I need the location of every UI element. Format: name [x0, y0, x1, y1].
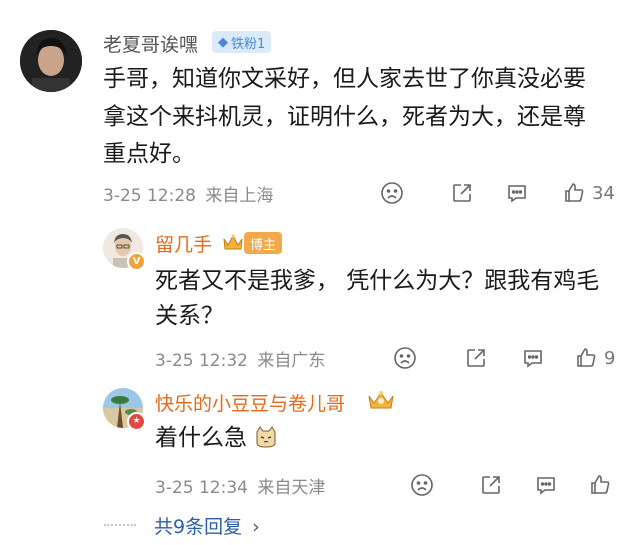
dislike-button[interactable] — [380, 179, 404, 207]
share-icon — [453, 184, 471, 202]
reply-meta: 3-25 12:34 来自天津 — [155, 473, 325, 498]
reply-text-line: 死者又不是我爹， 凭什么为大？跟我有鸡毛 — [155, 268, 600, 294]
share-button[interactable] — [479, 471, 503, 499]
dislike-button[interactable] — [393, 344, 417, 372]
comment-actions: 34 — [380, 179, 630, 207]
verified-badge: V — [127, 252, 146, 271]
fan-badge-label: 铁粉1 — [231, 36, 266, 52]
location: 来自上海 — [205, 186, 274, 206]
reply-actions: 9 — [393, 344, 633, 372]
thumbs-up-icon — [565, 183, 584, 202]
comment-icon — [537, 477, 555, 495]
comment-icon — [508, 185, 526, 203]
thumbs-up-icon — [577, 348, 596, 367]
like-count: 34 — [592, 182, 615, 204]
share-button[interactable] — [464, 344, 488, 372]
share-icon — [482, 476, 500, 494]
cat-emoji-icon — [254, 423, 278, 448]
comment-text-line: 重点好。 — [103, 141, 195, 167]
fan-badge[interactable]: ◆ 铁粉1 — [212, 31, 272, 53]
crown-icon — [222, 231, 244, 253]
comment-meta: 3-25 12:28 来自上海 — [103, 181, 273, 206]
comment-button[interactable] — [505, 179, 529, 207]
like-button[interactable]: 9 — [574, 344, 615, 372]
member-badge: ★ — [127, 412, 146, 431]
username[interactable]: 留几手 — [155, 230, 212, 257]
comment-text-line: 手哥，知道你文采好，但人家去世了你真没必要 — [103, 66, 586, 92]
username[interactable]: 老夏哥诶嘿 — [103, 30, 198, 57]
comment-text-line: 拿这个来抖机灵，证明什么，死者为大，还是尊 — [103, 104, 586, 130]
location: 来自天津 — [257, 478, 326, 498]
reply-text-line: 着什么急 — [155, 419, 278, 457]
comment-button[interactable] — [534, 471, 558, 499]
timestamp: 3-25 12:32 — [155, 351, 248, 371]
dislike-button[interactable] — [410, 471, 434, 499]
crown-icon — [366, 387, 396, 413]
avatar[interactable] — [20, 30, 82, 92]
comment-icon — [524, 350, 542, 368]
like-count: 9 — [604, 347, 616, 369]
blogger-badge: 博主 — [244, 232, 283, 254]
diamond-icon: ◆ — [218, 34, 228, 50]
more-replies-label: 共9条回复 — [154, 516, 243, 538]
share-button[interactable] — [450, 179, 474, 207]
username[interactable]: 快乐的小豆豆与卷儿哥 — [155, 389, 345, 416]
more-replies-link[interactable]: 共9条回复 › — [154, 512, 260, 539]
divider — [104, 524, 136, 526]
reply-text: 着什么急 — [155, 425, 247, 451]
thumbs-up-icon — [591, 475, 610, 494]
like-button[interactable]: 34 — [562, 179, 615, 207]
reply-meta: 3-25 12:32 来自广东 — [155, 346, 325, 371]
frown-face-icon — [411, 474, 433, 496]
reply-text-line: 关系？ — [155, 303, 224, 329]
share-icon — [467, 349, 485, 367]
frown-face-icon — [381, 182, 403, 204]
frown-face-icon — [394, 347, 416, 369]
like-button[interactable] — [588, 471, 612, 499]
timestamp: 3-25 12:28 — [103, 186, 196, 206]
timestamp: 3-25 12:34 — [155, 478, 248, 498]
location: 来自广东 — [257, 351, 326, 371]
reply-actions — [410, 471, 630, 499]
chevron-right-icon: › — [252, 516, 260, 538]
comment-button[interactable] — [521, 344, 545, 372]
